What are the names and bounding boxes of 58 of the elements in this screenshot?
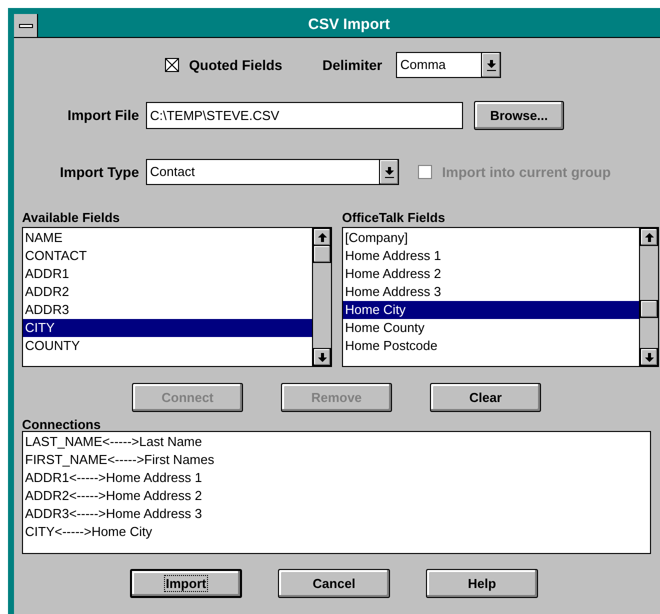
list-item[interactable]: NAME (23, 229, 312, 247)
connection-item[interactable]: ADDR2<----->Home Address 2 (23, 487, 650, 505)
window-title: CSV Import (308, 15, 390, 36)
list-item[interactable]: Home Address 2 (343, 265, 639, 283)
list-item[interactable]: ADDR2 (23, 283, 312, 301)
delimiter-label: Delimiter (322, 56, 382, 74)
list-label: OfficeTalk Fields (342, 210, 446, 226)
connections-list[interactable]: LAST_NAME<----->Last Name FIRST_NAME<----->First Names ADDR1<----->Home Address 1 ADDR2<----->Home Address 2 ADDR3<----->Home Address 3 CITY<----->Home City (22, 431, 651, 554)
scrollbar[interactable] (639, 228, 658, 366)
import-file-field[interactable]: C:\TEMP\STEVE.CSV (146, 102, 463, 129)
list-item[interactable]: Home Address 1 (343, 247, 639, 265)
import-file-label: Import File (66, 106, 139, 125)
list-label: Available Fields (22, 210, 121, 226)
list-box[interactable]: [Company] Home Address 1 Home Address 2 Home Address 3 Home City Home County Home Postcode (342, 227, 659, 367)
connection-item[interactable]: CITY<----->Home City (23, 523, 650, 541)
scroll-down-button[interactable] (640, 348, 658, 366)
up-arrow-icon (318, 232, 326, 242)
dialog-button[interactable]: Clear (430, 383, 541, 412)
down-arrow-icon (384, 166, 394, 178)
list-item[interactable]: ADDR3 (23, 301, 312, 319)
system-menu-button[interactable] (14, 14, 38, 37)
list-item[interactable]: CITY (23, 319, 312, 337)
checkbox[interactable] (165, 58, 179, 72)
checkbox-label: Import into current group (442, 162, 611, 182)
list-item[interactable]: Home Postcode (343, 337, 639, 355)
list-item[interactable]: Home County (343, 319, 639, 337)
scroll-up-button[interactable] (313, 228, 331, 246)
dialog-button[interactable]: Browse... (474, 101, 564, 130)
dialog-button[interactable]: Import (130, 569, 242, 598)
dialog-button[interactable]: Help (426, 569, 538, 598)
connection-item[interactable]: LAST_NAME<----->Last Name (23, 433, 650, 451)
connection-item[interactable]: ADDR3<----->Home Address 3 (23, 505, 650, 523)
scroll-thumb[interactable] (313, 245, 331, 263)
list-item[interactable]: Home City (343, 301, 639, 319)
list-item[interactable]: [Company] (343, 229, 639, 247)
connection-item[interactable]: ADDR1<----->Home Address 1 (23, 469, 650, 487)
list-box[interactable]: NAME CONTACT ADDR1 ADDR2 ADDR3 CITY COUNTY (22, 227, 332, 367)
dialog-button[interactable]: Cancel (278, 569, 390, 598)
connection-item[interactable]: FIRST_NAME<----->First Names (23, 451, 650, 469)
scroll-down-button[interactable] (313, 348, 331, 366)
dropdown[interactable]: Contact (146, 159, 399, 185)
check-cross-icon (166, 59, 178, 71)
scroll-up-button[interactable] (640, 228, 658, 246)
list-item[interactable]: CONTACT (23, 247, 312, 265)
list-item[interactable]: ADDR1 (23, 265, 312, 283)
dropdown[interactable]: Comma (396, 52, 502, 78)
import-type-label: Import Type (58, 162, 139, 182)
connections-label: Connections (22, 418, 102, 431)
down-arrow-icon (644, 352, 654, 362)
scrollbar[interactable] (312, 228, 331, 366)
dash-icon (18, 24, 32, 28)
scroll-thumb[interactable] (640, 300, 658, 318)
down-arrow-icon (486, 60, 496, 70)
list-item[interactable]: Home Address 3 (343, 283, 639, 301)
up-arrow-icon (644, 232, 654, 242)
down-arrow-icon (318, 352, 326, 362)
list-item[interactable]: COUNTY (23, 337, 312, 355)
checkbox-label: Quoted Fields (189, 56, 282, 75)
